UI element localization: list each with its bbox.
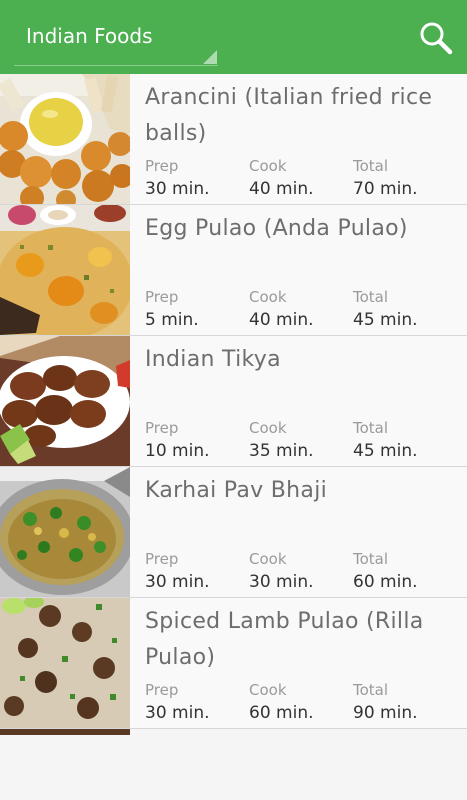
prep-value: 30 min.: [145, 572, 210, 592]
prep-time: Prep 30 min.: [145, 680, 245, 725]
recipe-thumbnail: [0, 598, 130, 728]
search-button[interactable]: [416, 18, 456, 58]
prep-value: 10 min.: [145, 441, 210, 461]
cook-label: Cook: [249, 419, 287, 437]
total-value: 60 min.: [353, 572, 418, 592]
prep-label: Prep: [145, 419, 179, 437]
category-spinner[interactable]: Indian Foods: [14, 18, 218, 66]
recipe-list-item[interactable]: Indian Tikya Prep 10 min. Cook 35 min. T…: [0, 336, 467, 467]
recipe-title: Arancini (Italian fried rice balls): [145, 85, 433, 146]
prep-time: Prep 10 min.: [145, 418, 245, 463]
prep-label: Prep: [145, 288, 179, 306]
cook-value: 60 min.: [249, 703, 314, 723]
prep-time: Prep 30 min.: [145, 156, 245, 201]
total-value: 45 min.: [353, 441, 418, 461]
dropdown-arrow-icon: [203, 50, 217, 64]
total-label: Total: [353, 419, 389, 437]
total-time: Total 60 min.: [353, 549, 453, 594]
cook-label: Cook: [249, 288, 287, 306]
spinner-label: Indian Foods: [26, 24, 153, 48]
recipe-thumbnail: [0, 205, 130, 335]
prep-time: Prep 30 min.: [145, 549, 245, 594]
recipe-list-item[interactable]: Spiced Lamb Pulao (Rilla Pulao) Prep 30 …: [0, 598, 467, 729]
recipe-title: Karhai Pav Bhaji: [145, 478, 328, 503]
total-label: Total: [353, 681, 389, 699]
prep-value: 30 min.: [145, 703, 210, 723]
cook-time: Cook 40 min.: [249, 287, 349, 332]
total-time: Total 45 min.: [353, 418, 453, 463]
recipe-thumbnail: [0, 336, 130, 466]
recipe-thumbnail: [0, 74, 130, 204]
recipe-title: Egg Pulao (Anda Pulao): [145, 216, 408, 241]
cook-time: Cook 35 min.: [249, 418, 349, 463]
cook-value: 35 min.: [249, 441, 314, 461]
cook-time: Cook 40 min.: [249, 156, 349, 201]
cook-value: 30 min.: [249, 572, 314, 592]
prep-value: 5 min.: [145, 310, 199, 330]
recipe-list-item[interactable]: Arancini (Italian fried rice balls) Prep…: [0, 74, 467, 205]
cook-label: Cook: [249, 681, 287, 699]
total-label: Total: [353, 157, 389, 175]
cook-value: 40 min.: [249, 179, 314, 199]
cook-label: Cook: [249, 157, 287, 175]
total-value: 70 min.: [353, 179, 418, 199]
total-label: Total: [353, 288, 389, 306]
total-time: Total 70 min.: [353, 156, 453, 201]
prep-label: Prep: [145, 550, 179, 568]
recipe-list-item[interactable]: Karhai Pav Bhaji Prep 30 min. Cook 30 mi…: [0, 467, 467, 598]
prep-label: Prep: [145, 157, 179, 175]
cook-label: Cook: [249, 550, 287, 568]
total-value: 90 min.: [353, 703, 418, 723]
recipe-title: Spiced Lamb Pulao (Rilla Pulao): [145, 609, 424, 670]
cook-time: Cook 60 min.: [249, 680, 349, 725]
app-bar: Indian Foods: [0, 0, 467, 74]
recipe-title: Indian Tikya: [145, 347, 281, 372]
prep-time: Prep 5 min.: [145, 287, 245, 332]
recipe-thumbnail: [0, 467, 130, 597]
total-value: 45 min.: [353, 310, 418, 330]
total-label: Total: [353, 550, 389, 568]
total-time: Total 90 min.: [353, 680, 453, 725]
recipe-list-item[interactable]: Egg Pulao (Anda Pulao) Prep 5 min. Cook …: [0, 205, 467, 336]
prep-label: Prep: [145, 681, 179, 699]
total-time: Total 45 min.: [353, 287, 453, 332]
cook-value: 40 min.: [249, 310, 314, 330]
search-icon: [420, 22, 453, 55]
cook-time: Cook 30 min.: [249, 549, 349, 594]
next-recipe-thumbnail-partial: [0, 729, 130, 735]
prep-value: 30 min.: [145, 179, 210, 199]
